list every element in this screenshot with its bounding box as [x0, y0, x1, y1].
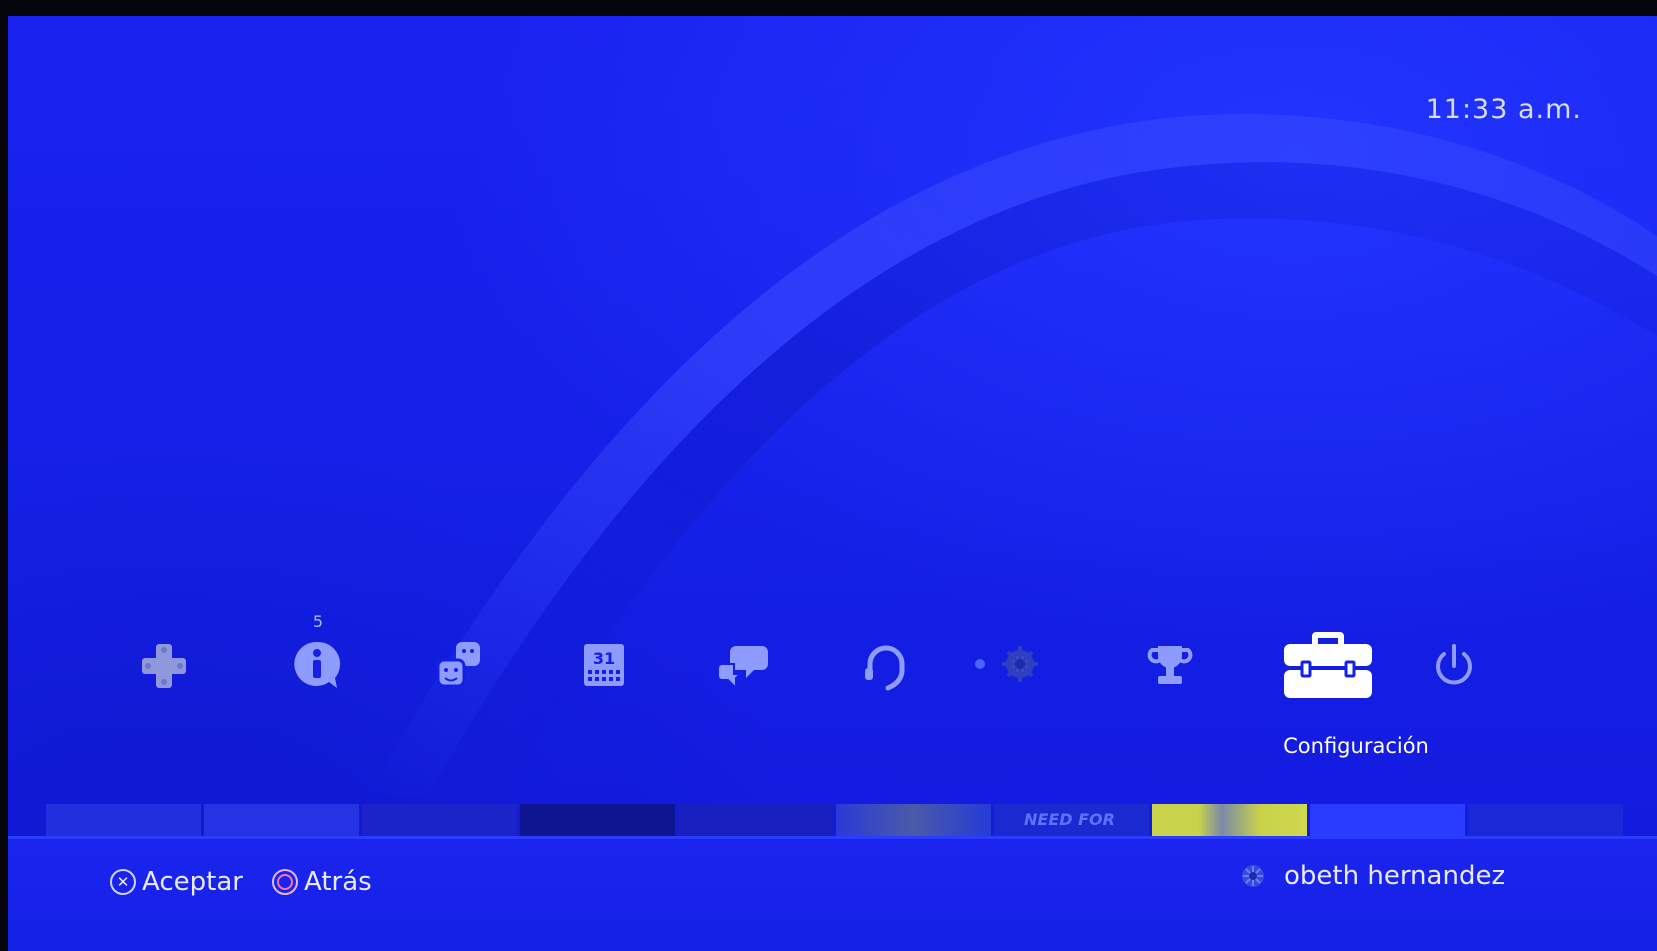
accept-label: Aceptar [142, 867, 243, 897]
tile-4[interactable] [520, 804, 675, 836]
content-tiles-row: NEED FOR [46, 804, 1646, 836]
accept-hint[interactable]: ✕ Aceptar [110, 867, 243, 897]
whats-new-dpad-icon[interactable] [134, 636, 194, 696]
toolbox-icon [1284, 632, 1372, 698]
user-indicator: obeth hernandez [1240, 861, 1505, 891]
avatar-icon [975, 646, 1038, 682]
selected-item-label: Configuración [1283, 734, 1429, 758]
user-avatar-icon [1242, 865, 1264, 887]
settings-toolbox-icon[interactable] [1278, 622, 1378, 702]
tile-6[interactable] [836, 804, 991, 836]
back-label: Atrás [304, 867, 372, 897]
back-hint[interactable]: Atrás [272, 867, 372, 897]
power-icon[interactable] [1424, 636, 1484, 696]
events-calendar-icon[interactable]: 31 [574, 636, 634, 696]
tile-need-for-speed[interactable]: NEED FOR [994, 804, 1149, 836]
tile-8[interactable] [1152, 804, 1307, 836]
calendar-icon: 31 [584, 644, 624, 686]
footer-bar: ✕ Aceptar Atrás obeth hernandez [8, 839, 1657, 951]
profile-icon[interactable] [970, 636, 1060, 696]
dpad-icon [142, 644, 186, 688]
friends-faces-icon [436, 642, 480, 688]
clock: 11:33 a.m. [1425, 94, 1582, 125]
trophy-icon [1147, 646, 1193, 684]
cross-button-icon: ✕ [110, 869, 136, 895]
friends-icon[interactable] [430, 636, 490, 696]
headset-icon [865, 645, 905, 691]
notification-count: 5 [312, 612, 324, 631]
ps4-function-screen: 11:33 a.m. 5 31 Configuración NEED FOR ✕… [8, 16, 1657, 951]
circle-button-icon [272, 869, 298, 895]
tile-2[interactable] [204, 804, 359, 836]
trophies-icon[interactable] [1140, 636, 1200, 696]
tile-3[interactable] [362, 804, 517, 836]
username: obeth hernandez [1284, 861, 1506, 891]
tile-9[interactable] [1310, 804, 1465, 836]
tile-library[interactable] [46, 804, 201, 836]
party-headset-icon[interactable] [856, 636, 916, 696]
tile-5[interactable] [678, 804, 833, 836]
speech-bubbles-icon [717, 646, 768, 691]
messages-icon[interactable] [714, 636, 774, 696]
tile-10[interactable] [1468, 804, 1623, 836]
power-button-icon [1436, 644, 1472, 685]
notifications-icon[interactable] [287, 636, 347, 696]
info-bubble-icon [294, 641, 341, 688]
calendar-date: 31 [593, 649, 615, 668]
